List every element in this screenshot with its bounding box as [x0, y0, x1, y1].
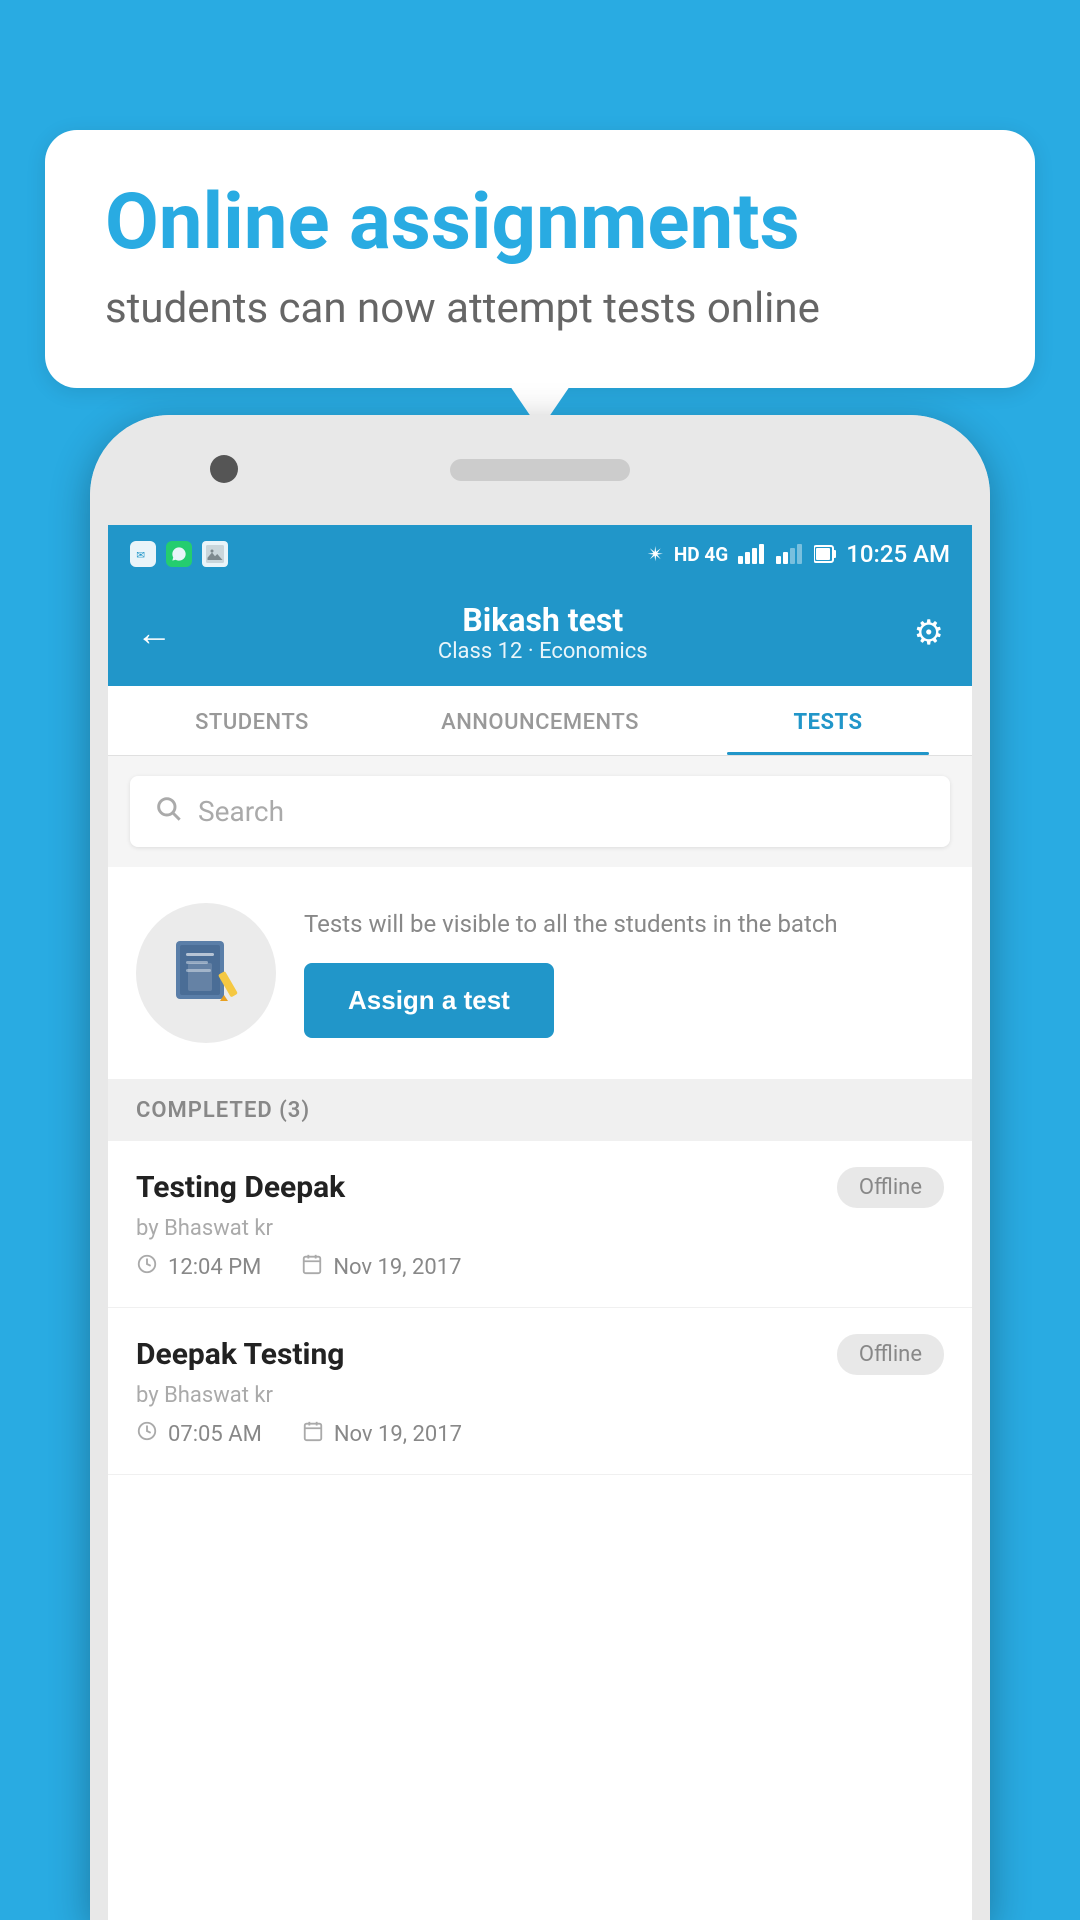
assign-section: Tests will be visible to all the student… — [108, 867, 972, 1080]
test-item[interactable]: Testing Deepak Offline by Bhaswat kr 12:… — [108, 1141, 972, 1308]
phone-bezel-top — [90, 415, 990, 525]
test-meta: 07:05 AM Nov 19, 2017 — [136, 1420, 944, 1448]
test-date: Nov 19, 2017 — [302, 1420, 462, 1448]
assign-right-content: Tests will be visible to all the student… — [304, 908, 944, 1039]
phone-frame: ✉ ✴ HD 4G — [90, 415, 990, 1920]
signal-icon — [738, 544, 766, 564]
app-icon-1: ✉ — [130, 541, 156, 567]
test-name: Deepak Testing — [136, 1337, 344, 1372]
battery-icon — [814, 544, 836, 564]
status-bar: ✉ ✴ HD 4G — [108, 525, 972, 583]
bluetooth-icon: ✴ — [647, 542, 664, 566]
search-box[interactable]: Search — [130, 776, 950, 847]
tab-bar: STUDENTS ANNOUNCEMENTS TESTS — [108, 686, 972, 756]
network-label: HD 4G — [674, 543, 728, 566]
assign-description: Tests will be visible to all the student… — [304, 908, 944, 942]
status-badge: Offline — [837, 1334, 944, 1375]
header-center: Bikash test Class 12 · Economics — [438, 601, 648, 664]
test-time: 07:05 AM — [136, 1420, 262, 1448]
search-container: Search — [108, 756, 972, 867]
speech-bubble: Online assignments students can now atte… — [45, 130, 1035, 388]
tab-students[interactable]: STUDENTS — [108, 686, 396, 755]
test-item-top: Deepak Testing Offline — [136, 1334, 944, 1375]
clock-icon — [136, 1253, 158, 1281]
calendar-icon — [301, 1253, 323, 1281]
settings-icon[interactable]: ⚙ — [914, 613, 944, 653]
test-date-value: Nov 19, 2017 — [334, 1422, 462, 1447]
status-badge: Offline — [837, 1167, 944, 1208]
test-author: by Bhaswat kr — [136, 1383, 944, 1408]
status-time: 10:25 AM — [846, 540, 950, 568]
test-time-value: 12:04 PM — [168, 1255, 261, 1280]
clock-icon — [136, 1420, 158, 1448]
test-date: Nov 19, 2017 — [301, 1253, 461, 1281]
search-placeholder-text: Search — [198, 795, 284, 828]
header-subtitle: Class 12 · Economics — [438, 639, 648, 664]
whatsapp-icon — [166, 541, 192, 567]
completed-section-header: COMPLETED (3) — [108, 1080, 972, 1141]
test-name: Testing Deepak — [136, 1170, 345, 1205]
search-icon — [154, 794, 182, 829]
calendar-icon — [302, 1420, 324, 1448]
image-icon — [202, 541, 228, 567]
status-right-info: ✴ HD 4G 1 — [647, 540, 950, 568]
notebook-icon-circle — [136, 903, 276, 1043]
app-header: ← Bikash test Class 12 · Economics ⚙ — [108, 583, 972, 686]
back-button[interactable]: ← — [136, 612, 172, 654]
test-meta: 12:04 PM Nov 19, 2017 — [136, 1253, 944, 1281]
svg-text:✉: ✉ — [136, 549, 145, 562]
tab-tests[interactable]: TESTS — [684, 686, 972, 755]
test-item[interactable]: Deepak Testing Offline by Bhaswat kr 07:… — [108, 1308, 972, 1475]
bubble-title: Online assignments — [105, 180, 975, 266]
assign-test-button[interactable]: Assign a test — [304, 963, 554, 1038]
test-time-value: 07:05 AM — [168, 1422, 262, 1447]
tab-announcements[interactable]: ANNOUNCEMENTS — [396, 686, 684, 755]
test-date-value: Nov 19, 2017 — [333, 1255, 461, 1280]
header-title: Bikash test — [438, 601, 648, 639]
bubble-subtitle: students can now attempt tests online — [105, 284, 975, 333]
test-time: 12:04 PM — [136, 1253, 261, 1281]
phone-speaker — [450, 459, 630, 481]
signal-icon2 — [776, 544, 804, 564]
status-left-icons: ✉ — [130, 541, 228, 567]
phone-screen: ✉ ✴ HD 4G — [108, 525, 972, 1920]
test-item-top: Testing Deepak Offline — [136, 1167, 944, 1208]
notebook-icon — [166, 933, 246, 1013]
phone-camera — [210, 455, 238, 483]
test-author: by Bhaswat kr — [136, 1216, 944, 1241]
